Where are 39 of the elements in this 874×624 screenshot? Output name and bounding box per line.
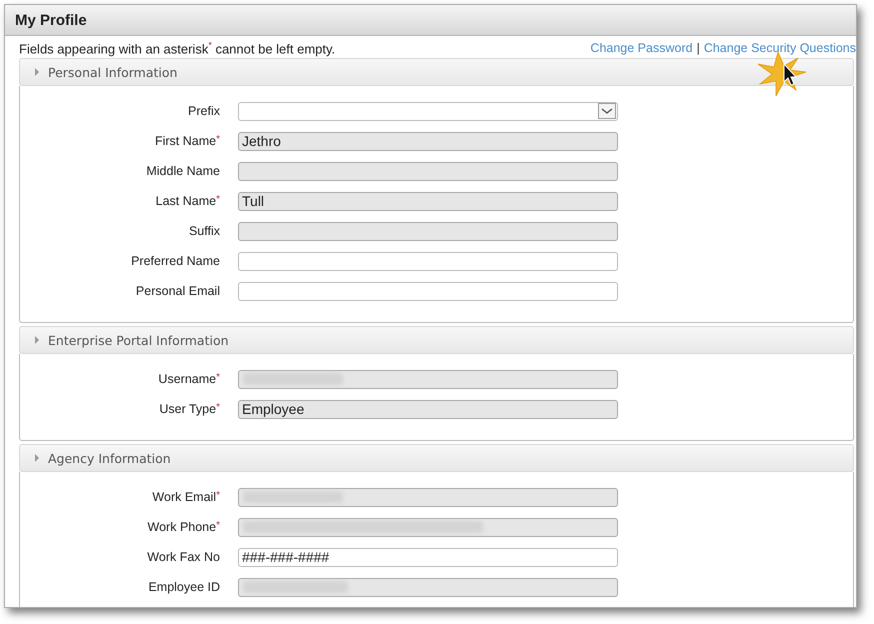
field-label: Work Fax No	[147, 550, 220, 564]
field-label: Work Email	[152, 490, 216, 504]
field-label: Employee ID	[148, 580, 220, 594]
triangle-icon	[34, 68, 40, 76]
field-label: Preferred Name	[131, 254, 220, 268]
section-header[interactable]: Enterprise Portal Information	[19, 326, 854, 354]
caret-icon	[598, 103, 616, 119]
triangle-icon	[34, 336, 40, 344]
section-header[interactable]: Personal Information	[19, 58, 854, 86]
field-label: Personal Email	[136, 284, 220, 298]
input-field[interactable]: ###-###-####	[238, 548, 618, 566]
field-label: First Name	[154, 134, 216, 148]
field-label: Suffix	[188, 224, 220, 238]
link-separator: |	[696, 41, 700, 55]
field-label: Work Phone	[148, 520, 216, 534]
required-asterisk: *	[216, 402, 220, 415]
section-header[interactable]: Agency Information	[19, 444, 854, 472]
field-label: Middle Name	[146, 164, 220, 178]
field-label: Username	[158, 372, 216, 386]
required-note: Fields appearing with an asterisk$^{*}$ cannot be left empty.	[19, 40, 336, 56]
input-field[interactable]	[238, 282, 618, 300]
triangle-icon	[34, 454, 40, 462]
field-label: Prefix	[188, 104, 220, 118]
change-security-questions-link[interactable]: Change Security Questions	[704, 41, 856, 55]
field-label: Last Name	[156, 194, 216, 208]
field-value: Jethro	[241, 133, 281, 149]
window-title: My Profile	[15, 12, 87, 28]
required-asterisk: *	[216, 134, 220, 147]
prefix-dropdown[interactable]	[238, 102, 618, 120]
required-asterisk: *	[216, 194, 220, 207]
required-asterisk: *	[216, 372, 220, 385]
field-value: Employee	[241, 401, 304, 417]
field-label: User Type	[159, 402, 216, 416]
change-password-link[interactable]: Change Password	[590, 41, 693, 55]
required-asterisk: *	[216, 490, 220, 503]
required-asterisk: *	[216, 520, 220, 533]
field-value: Tull	[241, 193, 264, 209]
field-value: ###-###-####	[241, 549, 330, 565]
input-field[interactable]	[238, 252, 618, 270]
